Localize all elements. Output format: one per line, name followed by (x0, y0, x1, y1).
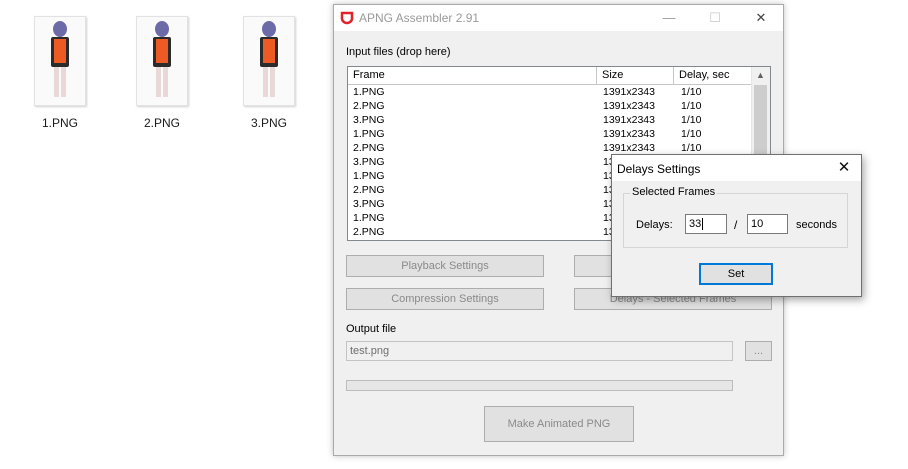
group-title: Selected Frames (630, 186, 718, 198)
text-caret (702, 218, 704, 231)
list-item[interactable]: 2.PNG 1391x2343 1/10 (348, 99, 752, 113)
delay-numerator-input[interactable]: 33 (685, 214, 727, 234)
scroll-up-icon[interactable]: ▲ (752, 67, 769, 84)
list-header: Frame Size Delay, sec (348, 67, 752, 85)
window-title: APNG Assembler 2.91 (359, 11, 480, 25)
column-header-frame[interactable]: Frame (348, 67, 597, 84)
file-label: 3.PNG (250, 116, 287, 130)
list-item[interactable]: 2.PNG 1391x2343 1/10 (348, 141, 752, 155)
file-label: 2.PNG (143, 116, 180, 130)
set-button[interactable]: Set (699, 263, 773, 285)
browse-button[interactable]: ... (745, 341, 772, 361)
playback-settings-button[interactable]: Playback Settings (346, 255, 544, 277)
dialog-close-button[interactable]: ✕ (827, 155, 861, 181)
list-item[interactable]: 3.PNG 1391x2343 1/10 (348, 113, 752, 127)
scroll-thumb[interactable] (754, 85, 767, 165)
compression-settings-button[interactable]: Compression Settings (346, 288, 544, 310)
list-item[interactable]: 1.PNG 1391x2343 1/10 (348, 85, 752, 99)
image-thumbnail (34, 16, 86, 106)
delay-denominator-input[interactable]: 10 (747, 214, 788, 234)
output-file-label: Output file (346, 323, 397, 335)
dialog-title: Delays Settings (617, 162, 701, 176)
desktop-file-3[interactable]: 3.PNG (234, 16, 304, 130)
delays-settings-dialog: Delays Settings ✕ Selected Frames Delays… (611, 154, 862, 297)
progress-bar (346, 380, 733, 391)
image-thumbnail (243, 16, 295, 106)
dialog-title-bar[interactable]: Delays Settings ✕ (612, 155, 861, 181)
app-logo-icon (340, 11, 354, 25)
list-item[interactable]: 1.PNG 1391x2343 1/10 (348, 127, 752, 141)
output-file-field[interactable]: test.png (346, 341, 733, 361)
fraction-slash: / (734, 218, 738, 232)
desktop-file-1[interactable]: 1.PNG (25, 16, 95, 130)
input-files-label: Input files (drop here) (346, 46, 451, 58)
column-header-size[interactable]: Size (597, 67, 674, 84)
title-bar[interactable]: APNG Assembler 2.91 — ☐ ✕ (334, 5, 783, 31)
seconds-label: seconds (796, 219, 837, 231)
delays-label: Delays: (636, 219, 673, 231)
image-thumbnail (136, 16, 188, 106)
minimize-button[interactable]: — (646, 5, 692, 31)
selected-frames-group: Selected Frames Delays: 33 / 10 seconds (623, 186, 848, 248)
column-header-delay[interactable]: Delay, sec (674, 67, 752, 84)
desktop-file-2[interactable]: 2.PNG (127, 16, 197, 130)
make-animated-png-button[interactable]: Make Animated PNG (484, 406, 634, 442)
file-label: 1.PNG (41, 116, 78, 130)
close-button[interactable]: ✕ (738, 5, 784, 31)
maximize-button[interactable]: ☐ (692, 5, 738, 31)
